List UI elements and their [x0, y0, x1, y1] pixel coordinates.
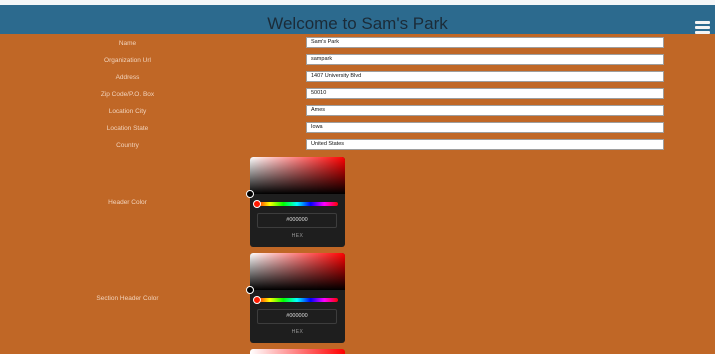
- form-row-location-state: Location State Iowa: [0, 122, 715, 136]
- hex-input[interactable]: #000000: [257, 213, 337, 228]
- saturation-area[interactable]: [250, 157, 345, 194]
- menu-icon-line: [695, 21, 710, 24]
- form-row-organization-url: Organization Url sampark: [0, 54, 715, 68]
- location-city-input[interactable]: Ames: [306, 105, 664, 116]
- next-color-picker-partial[interactable]: [250, 349, 345, 354]
- name-input[interactable]: Sam's Park: [306, 37, 664, 48]
- hamburger-menu-icon[interactable]: [695, 21, 710, 34]
- hue-slider[interactable]: [256, 298, 338, 302]
- hex-format-label[interactable]: HEX: [250, 329, 345, 335]
- page-title: Welcome to Sam's Park: [267, 14, 448, 33]
- section-header-color-label: Section Header Color: [96, 295, 159, 302]
- field-label: Organization Url: [104, 57, 151, 64]
- field-label: Name: [118, 40, 137, 47]
- saturation-area[interactable]: [250, 253, 345, 290]
- field-label: Country: [116, 142, 139, 149]
- section-header-color-picker: #000000 HEX: [246, 253, 345, 343]
- form-row-name: Name Sam's Park: [0, 37, 715, 51]
- organization-url-input[interactable]: sampark: [306, 54, 664, 65]
- menu-icon-line: [695, 31, 710, 34]
- top-bar: Welcome to Sam's Park: [0, 0, 715, 34]
- hue-handle[interactable]: [253, 200, 261, 208]
- hue-handle[interactable]: [253, 296, 261, 304]
- country-input[interactable]: United States: [306, 139, 664, 150]
- zip-code-input[interactable]: 50010: [306, 88, 664, 99]
- field-label: Address: [115, 74, 140, 81]
- hex-input[interactable]: #000000: [257, 309, 337, 324]
- address-input[interactable]: 1407 University Blvd: [306, 71, 664, 82]
- form-row-address: Address 1407 University Blvd: [0, 71, 715, 85]
- field-label: Zip Code/P.O. Box: [100, 91, 155, 98]
- header-color-picker: #000000 HEX: [246, 157, 345, 247]
- field-label: Location State: [106, 125, 149, 132]
- field-label: Location City: [108, 108, 147, 115]
- hue-slider[interactable]: [256, 202, 338, 206]
- saturation-handle[interactable]: [246, 190, 254, 198]
- form-row-location-city: Location City Ames: [0, 105, 715, 119]
- form-row-zip-code: Zip Code/P.O. Box 50010: [0, 88, 715, 102]
- menu-icon-line: [695, 26, 710, 29]
- hex-format-label[interactable]: HEX: [250, 233, 345, 239]
- saturation-handle[interactable]: [246, 286, 254, 294]
- location-state-input[interactable]: Iowa: [306, 122, 664, 133]
- form-row-country: Country United States: [0, 139, 715, 153]
- header-color-label: Header Color: [108, 199, 147, 206]
